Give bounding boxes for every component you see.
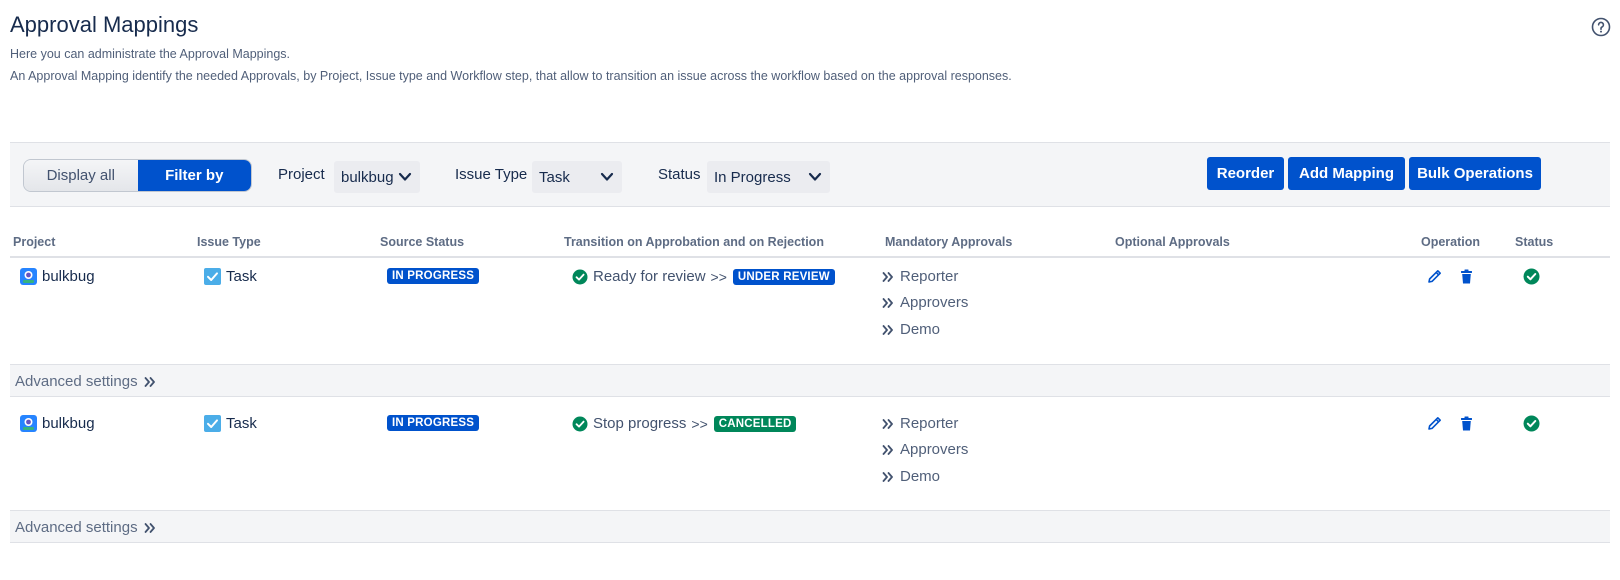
advanced-settings-bar: Advanced settings — [10, 510, 1610, 543]
approval-name: Reporter — [900, 415, 959, 432]
project-cell: bulkbug — [20, 268, 95, 285]
approval-item: Reporter — [882, 415, 958, 432]
issue-type-filter-select[interactable]: Task — [532, 161, 622, 193]
issue-type-name: Task — [226, 268, 257, 285]
double-chevron-right-icon — [144, 376, 155, 387]
double-chevron-right-icon — [882, 297, 893, 308]
status-filter-select[interactable]: In Progress — [707, 161, 830, 193]
filter-by-toggle[interactable]: Filter by — [137, 160, 251, 191]
column-header-mandatory-approvals: Mandatory Approvals — [885, 235, 1013, 249]
chevron-down-icon — [398, 172, 412, 181]
approval-name: Approvers — [900, 441, 969, 458]
transition-arrows: >> — [710, 268, 727, 285]
display-mode-toggle: Display all Filter by — [23, 159, 252, 192]
project-avatar-icon — [20, 268, 37, 285]
reorder-button[interactable]: Reorder — [1207, 157, 1284, 190]
check-circle-icon — [1523, 415, 1540, 432]
page-description-detail: An Approval Mapping identify the needed … — [10, 69, 1012, 83]
transition-arrows: >> — [691, 415, 708, 432]
transition-link[interactable]: Ready for review — [593, 268, 706, 285]
filter-bar: Display all Filter by Project bulkbug Is… — [10, 142, 1610, 207]
advanced-settings-label: Advanced settings — [15, 373, 138, 390]
trash-icon[interactable] — [1458, 268, 1475, 285]
approval-item: Reporter — [882, 268, 958, 285]
add-mapping-button[interactable]: Add Mapping — [1288, 157, 1405, 190]
project-name: bulkbug — [42, 415, 95, 432]
project-cell: bulkbug — [20, 415, 95, 432]
target-status-badge: UNDER REVIEW — [732, 268, 835, 285]
help-icon[interactable] — [1591, 17, 1611, 37]
column-header-source-status: Source Status — [380, 235, 465, 249]
issue-type-cell: Task — [204, 268, 257, 285]
check-circle-icon — [572, 269, 588, 284]
advanced-settings-label: Advanced settings — [15, 519, 138, 536]
trash-icon[interactable] — [1458, 415, 1475, 432]
transition-cell: Ready for review >> UNDER REVIEW — [572, 268, 835, 285]
approval-name: Approvers — [900, 294, 969, 311]
table-header: Project Issue Type Source Status Transit… — [10, 225, 1610, 258]
double-chevron-right-icon — [882, 271, 893, 282]
chevron-down-icon — [808, 172, 822, 181]
project-filter-value: bulkbug — [341, 168, 394, 186]
status-filter-value: In Progress — [714, 168, 791, 186]
advanced-settings-toggle[interactable]: Advanced settings — [15, 519, 156, 536]
project-filter-select[interactable]: bulkbug — [334, 161, 420, 193]
double-chevron-right-icon — [144, 522, 155, 533]
column-header-project: Project — [13, 235, 56, 249]
page-title: Approval Mappings — [10, 12, 199, 37]
table-row: bulkbug Task IN PROGRESS Stop progress >… — [10, 409, 1610, 509]
advanced-settings-toggle[interactable]: Advanced settings — [15, 373, 156, 390]
task-checkbox-icon — [204, 268, 221, 285]
transition-link[interactable]: Stop progress — [593, 415, 686, 432]
double-chevron-right-icon — [882, 324, 893, 335]
issue-type-filter-label: Issue Type — [455, 166, 528, 183]
approval-item: Approvers — [882, 441, 968, 458]
bulk-operations-button[interactable]: Bulk Operations — [1409, 157, 1541, 190]
transition-cell: Stop progress >> CANCELLED — [572, 415, 797, 432]
issue-type-name: Task — [226, 415, 257, 432]
project-filter-label: Project — [278, 166, 325, 183]
issue-type-cell: Task — [204, 415, 257, 432]
double-chevron-right-icon — [882, 418, 893, 429]
column-header-transition: Transition on Approbation and on Rejecti… — [564, 235, 824, 249]
status-badge: IN PROGRESS — [387, 415, 480, 431]
project-avatar-icon — [20, 415, 37, 432]
approval-name: Demo — [900, 321, 941, 338]
project-name: bulkbug — [42, 268, 95, 285]
table-row: bulkbug Task IN PROGRESS Ready for revie… — [10, 262, 1610, 366]
approval-name: Reporter — [900, 268, 959, 285]
approval-item: Demo — [882, 321, 940, 338]
approval-name: Demo — [900, 468, 941, 485]
status-filter-label: Status — [658, 166, 701, 183]
page-description: Here you can administrate the Approval M… — [10, 47, 291, 61]
source-status-cell: IN PROGRESS — [387, 415, 480, 431]
column-header-operation: Operation — [1421, 235, 1481, 249]
column-header-optional-approvals: Optional Approvals — [1115, 235, 1230, 249]
edit-pencil-icon[interactable] — [1426, 268, 1443, 285]
chevron-down-icon — [600, 172, 614, 181]
source-status-cell: IN PROGRESS — [387, 268, 480, 284]
issue-type-filter-value: Task — [539, 168, 570, 186]
advanced-settings-bar: Advanced settings — [10, 364, 1610, 397]
display-all-toggle[interactable]: Display all — [24, 160, 138, 191]
approval-item: Demo — [882, 468, 940, 485]
double-chevron-right-icon — [882, 471, 893, 482]
edit-pencil-icon[interactable] — [1426, 415, 1443, 432]
column-header-issue-type: Issue Type — [197, 235, 261, 249]
column-header-status: Status — [1515, 235, 1554, 249]
check-circle-icon — [1523, 268, 1540, 285]
approval-item: Approvers — [882, 294, 968, 311]
task-checkbox-icon — [204, 415, 221, 432]
status-badge: IN PROGRESS — [387, 268, 480, 284]
target-status-badge: CANCELLED — [713, 415, 797, 432]
double-chevron-right-icon — [882, 444, 893, 455]
check-circle-icon — [572, 416, 588, 431]
